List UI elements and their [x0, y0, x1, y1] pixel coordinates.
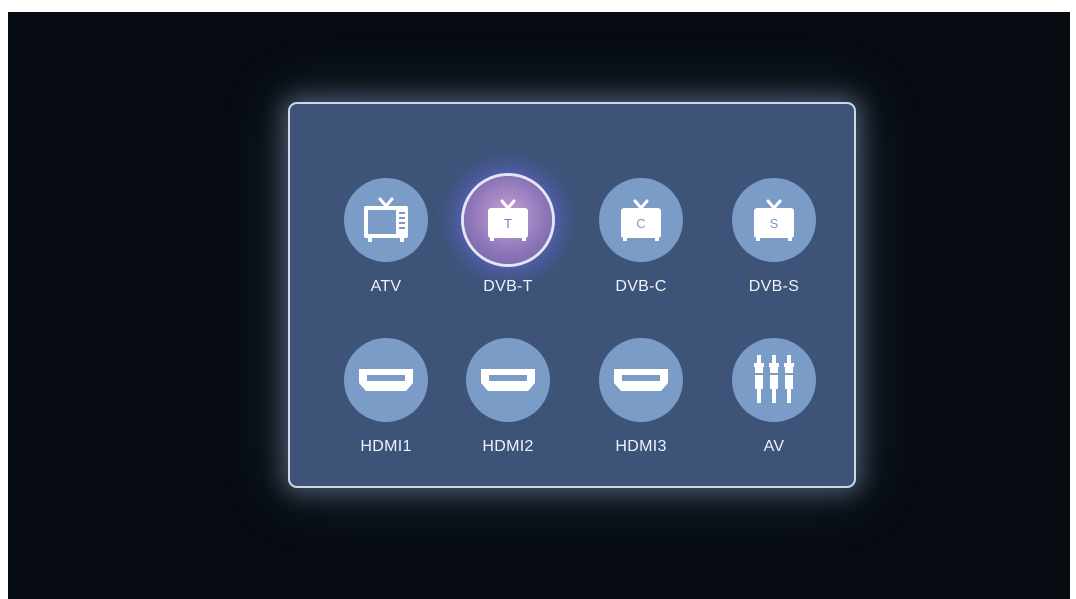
tv-letter: S — [770, 216, 779, 231]
source-hdmi2[interactable]: HDMI2 — [448, 338, 568, 478]
source-label: DVB-C — [615, 278, 667, 295]
tv-letter-icon: T — [464, 176, 552, 264]
source-label: AV — [763, 438, 785, 455]
source-label: HDMI3 — [615, 438, 667, 455]
source-atv[interactable]: ATV — [326, 178, 446, 318]
source-hdmi3[interactable]: HDMI3 — [581, 338, 701, 478]
source-dvb-s[interactable]: S DVB-S — [714, 178, 834, 318]
source-dvb-t[interactable]: T DVB-T — [448, 176, 568, 318]
tv-screen: ATV T DVB-T C DVB-C S DVB-S HDMI1 HDMI2 … — [8, 12, 1070, 599]
source-label: ATV — [370, 278, 402, 295]
source-selection-panel: ATV T DVB-T C DVB-C S DVB-S HDMI1 HDMI2 … — [288, 102, 856, 488]
source-av[interactable]: AV — [714, 338, 834, 478]
rca-connector-icon — [732, 338, 816, 422]
hdmi-port-icon — [599, 338, 683, 422]
hdmi-port-icon — [344, 338, 428, 422]
source-label: HDMI1 — [360, 438, 412, 455]
tv-icon — [344, 178, 428, 262]
tv-letter-icon: S — [732, 178, 816, 262]
tv-letter: C — [636, 216, 645, 231]
source-label: DVB-S — [748, 278, 800, 295]
source-label: HDMI2 — [482, 438, 534, 455]
source-hdmi1[interactable]: HDMI1 — [326, 338, 446, 478]
tv-letter: T — [504, 216, 512, 231]
source-label: DVB-T — [483, 278, 533, 295]
hdmi-port-icon — [466, 338, 550, 422]
source-dvb-c[interactable]: C DVB-C — [581, 178, 701, 318]
tv-letter-icon: C — [599, 178, 683, 262]
